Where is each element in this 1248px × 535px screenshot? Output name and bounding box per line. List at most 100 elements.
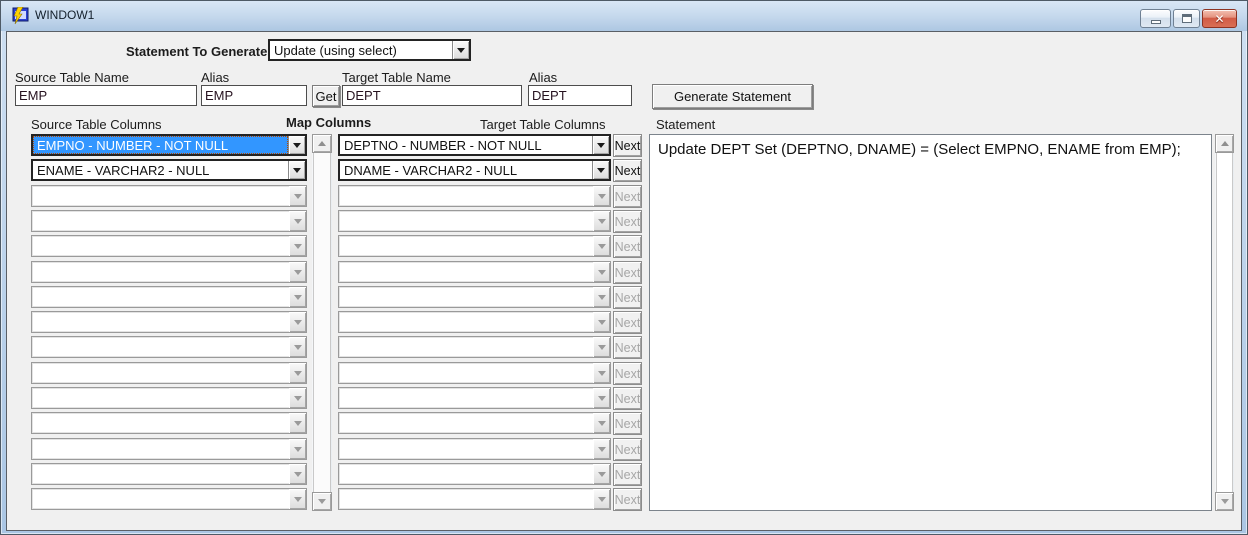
scrollbar-track[interactable] [1216,153,1233,492]
chevron-down-icon[interactable] [452,41,469,59]
target-column-combo [338,311,611,333]
statement-type-combo[interactable]: Update (using select) [268,39,471,61]
scroll-down-button[interactable] [312,492,332,511]
chevron-down-icon[interactable] [592,136,609,154]
arrow-up-icon [1221,141,1229,146]
chevron-down-icon [593,439,610,459]
window-title: WINDOW1 [35,8,94,22]
target-column-combo-value [339,236,593,256]
source-alias-input[interactable] [201,85,307,106]
close-button[interactable]: ✕ [1202,9,1237,28]
next-button: Next [613,362,642,385]
statement-scrollbar[interactable] [1215,134,1234,511]
statement-type-value: Update (using select) [270,41,452,59]
chevron-down-icon [593,337,610,357]
target-column-combo [338,261,611,283]
target-column-combo-value: DNAME - VARCHAR2 - NULL [340,161,592,179]
target-alias-label: Alias [529,70,557,85]
arrow-up-icon [318,141,326,146]
chevron-down-icon [593,464,610,484]
chevron-down-icon[interactable] [592,161,609,179]
source-column-combo [31,463,307,485]
next-button: Next [613,412,642,435]
target-column-combo[interactable]: DNAME - VARCHAR2 - NULL [338,159,611,181]
source-table-name-input[interactable] [15,85,197,106]
source-column-combo [31,488,307,510]
target-column-combo [338,412,611,434]
target-table-name-input[interactable] [342,85,522,106]
next-button: Next [613,235,642,258]
chevron-down-icon[interactable] [288,161,305,179]
source-column-combo-value [32,211,289,231]
statement-textarea[interactable]: Update DEPT Set (DEPTNO, DNAME) = (Selec… [649,134,1212,511]
next-button: Next [613,438,642,461]
target-column-combo-value [339,312,593,332]
chevron-down-icon [289,287,306,307]
source-column-combo [31,235,307,257]
chevron-down-icon [289,464,306,484]
generate-statement-button[interactable]: Generate Statement [652,84,813,109]
source-column-combo [31,210,307,232]
source-column-combo-value [32,464,289,484]
get-button[interactable]: Get [312,85,340,107]
next-button[interactable]: Next [613,159,642,182]
chevron-down-icon [593,413,610,433]
next-button[interactable]: Next [613,134,642,157]
scroll-up-button[interactable] [1215,134,1234,153]
application-window: WINDOW1 ✕ Statement To Generate Update (… [0,0,1248,535]
chevron-down-icon [289,489,306,509]
source-column-combo [31,387,307,409]
chevron-down-icon [593,186,610,206]
chevron-down-icon [593,312,610,332]
target-table-name-label: Target Table Name [342,70,451,85]
title-bar: WINDOW1 ✕ [1,1,1247,31]
app-icon [11,7,29,25]
chevron-down-icon [289,312,306,332]
map-columns-scrollbar[interactable] [312,134,332,511]
chevron-down-icon [289,186,306,206]
statement-label: Statement [656,117,715,132]
close-icon: ✕ [1214,13,1224,25]
chevron-down-icon [593,211,610,231]
source-column-combo [31,286,307,308]
target-column-combo [338,438,611,460]
chevron-down-icon [289,337,306,357]
scrollbar-track[interactable] [313,153,331,492]
next-button: Next [613,488,642,511]
target-column-combo-value [339,413,593,433]
chevron-down-icon [289,262,306,282]
source-column-combo-value [32,489,289,509]
next-button: Next [613,311,642,334]
arrow-down-icon [1221,499,1229,504]
target-column-combo[interactable]: DEPTNO - NUMBER - NOT NULL [338,134,611,156]
chevron-down-icon [289,388,306,408]
window-controls: ✕ [1140,9,1237,28]
source-column-combo [31,336,307,358]
chevron-down-icon [593,236,610,256]
target-column-combo-value [339,287,593,307]
next-button: Next [613,286,642,309]
target-column-combo-value [339,489,593,509]
source-column-combo-value [32,312,289,332]
scroll-up-button[interactable] [312,134,332,153]
source-column-combo-value [32,287,289,307]
maximize-icon [1182,14,1192,23]
chevron-down-icon [593,489,610,509]
maximize-button[interactable] [1173,9,1200,28]
source-column-combo [31,185,307,207]
source-column-combo[interactable]: EMPNO - NUMBER - NOT NULL [31,134,307,156]
chevron-down-icon [593,287,610,307]
scroll-down-button[interactable] [1215,492,1234,511]
chevron-down-icon [289,363,306,383]
chevron-down-icon [593,262,610,282]
chevron-down-icon[interactable] [288,136,305,154]
map-columns-label: Map Columns [286,115,371,130]
next-button: Next [613,463,642,486]
minimize-button[interactable] [1140,9,1171,28]
target-alias-input[interactable] [528,85,632,106]
target-column-combo-value [339,439,593,459]
source-column-combo-value [32,337,289,357]
source-column-combo[interactable]: ENAME - VARCHAR2 - NULL [31,159,307,181]
target-column-combo-value [339,211,593,231]
target-column-combo [338,185,611,207]
